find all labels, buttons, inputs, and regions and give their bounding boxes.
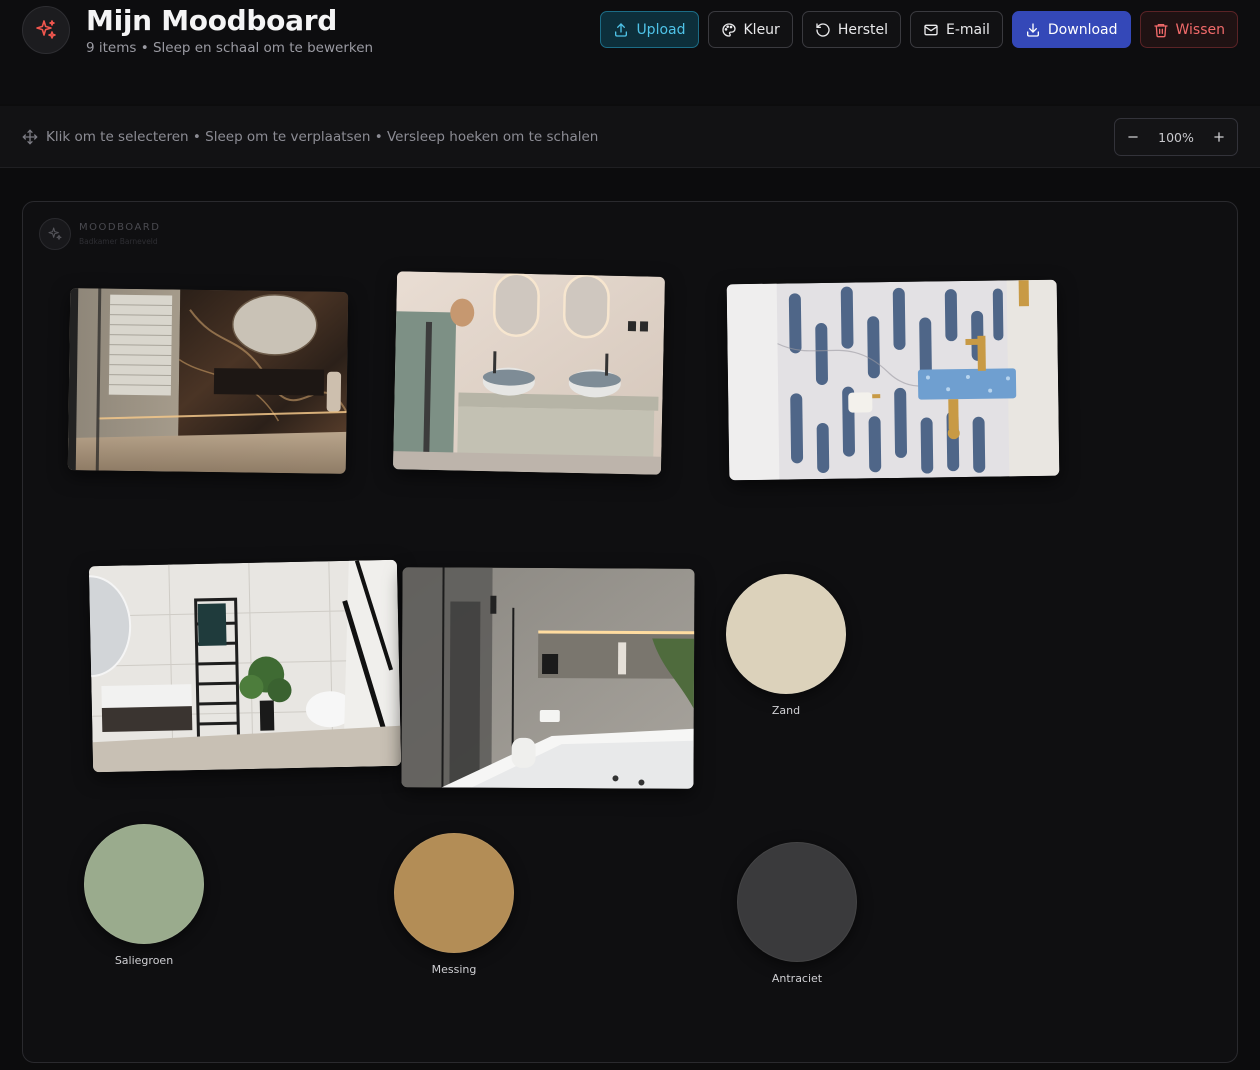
email-button[interactable]: E-mail bbox=[910, 11, 1003, 48]
mail-icon bbox=[924, 24, 938, 35]
color-button[interactable]: Kleur bbox=[707, 11, 793, 48]
download-icon bbox=[1026, 22, 1039, 37]
hint-text: Klik om te selecteren • Sleep om te verp… bbox=[46, 129, 599, 145]
moodboard-photo[interactable] bbox=[88, 559, 402, 773]
trash-icon bbox=[1153, 23, 1168, 37]
download-button[interactable]: Download bbox=[1011, 11, 1131, 48]
clear-label: Wissen bbox=[1175, 21, 1226, 38]
reset-button[interactable]: Herstel bbox=[801, 11, 901, 48]
watermark-subtitle: Badkamer Barneveld bbox=[79, 237, 158, 246]
zoom-value: 100% bbox=[1158, 129, 1194, 145]
page-title: Mijn Moodboard bbox=[86, 4, 337, 37]
swatch-circle bbox=[737, 842, 857, 962]
rotate-ccw-icon bbox=[816, 22, 830, 37]
zoom-out-button[interactable] bbox=[1125, 129, 1141, 145]
email-label: E-mail bbox=[946, 21, 990, 38]
upload-label: Upload bbox=[636, 21, 686, 38]
photo-image bbox=[67, 288, 349, 474]
page-subtitle: 9 items • Sleep en schaal om te bewerken bbox=[86, 40, 374, 56]
swatch-circle bbox=[394, 833, 514, 953]
swatch-label: Antraciet bbox=[771, 972, 823, 985]
swatch-label: Saliegroen bbox=[114, 954, 174, 967]
app-logo bbox=[22, 6, 70, 54]
photo-image bbox=[88, 559, 402, 773]
watermark-logo bbox=[39, 218, 71, 250]
moodboard-photo[interactable] bbox=[67, 288, 349, 474]
color-swatch[interactable]: Antraciet bbox=[737, 842, 857, 985]
swatch-label: Messing bbox=[431, 963, 477, 976]
swatch-label: Zand bbox=[771, 704, 801, 717]
app-header: Mijn Moodboard 9 items • Sleep en schaal… bbox=[0, 0, 1260, 104]
moodboard-photo[interactable] bbox=[726, 279, 1060, 481]
hint-bar: Klik om te selecteren • Sleep om te verp… bbox=[0, 106, 1260, 168]
sparkles-icon bbox=[48, 227, 62, 240]
move-icon bbox=[22, 129, 38, 145]
color-label: Kleur bbox=[743, 21, 780, 38]
color-swatch[interactable]: Zand bbox=[726, 574, 846, 717]
sparkles-icon bbox=[36, 20, 56, 39]
toolbar: Upload Kleur Herstel E-mail Download Wis… bbox=[600, 11, 1238, 48]
watermark-title: MOODBOARD bbox=[79, 222, 161, 233]
moodboard-canvas[interactable]: MOODBOARD Badkamer Barneveld Zand Salieg… bbox=[22, 201, 1238, 1063]
photo-image bbox=[726, 279, 1060, 481]
moodboard-photo[interactable] bbox=[401, 567, 695, 789]
swatch-circle bbox=[726, 574, 846, 694]
minus-icon bbox=[1128, 136, 1138, 138]
upload-icon bbox=[615, 22, 628, 37]
zoom-in-button[interactable] bbox=[1211, 129, 1227, 145]
plus-icon bbox=[1214, 132, 1224, 142]
color-swatch[interactable]: Messing bbox=[394, 833, 514, 976]
zoom-control: 100% bbox=[1114, 118, 1238, 156]
color-swatch[interactable]: Saliegroen bbox=[84, 824, 204, 967]
moodboard-photo[interactable] bbox=[392, 271, 666, 475]
upload-button[interactable]: Upload bbox=[600, 11, 699, 48]
photo-image bbox=[392, 271, 666, 475]
clear-button[interactable]: Wissen bbox=[1139, 11, 1238, 48]
reset-label: Herstel bbox=[837, 21, 888, 38]
download-label: Download bbox=[1047, 21, 1118, 38]
palette-icon bbox=[721, 22, 736, 37]
swatch-circle bbox=[84, 824, 204, 944]
photo-image bbox=[401, 567, 695, 789]
